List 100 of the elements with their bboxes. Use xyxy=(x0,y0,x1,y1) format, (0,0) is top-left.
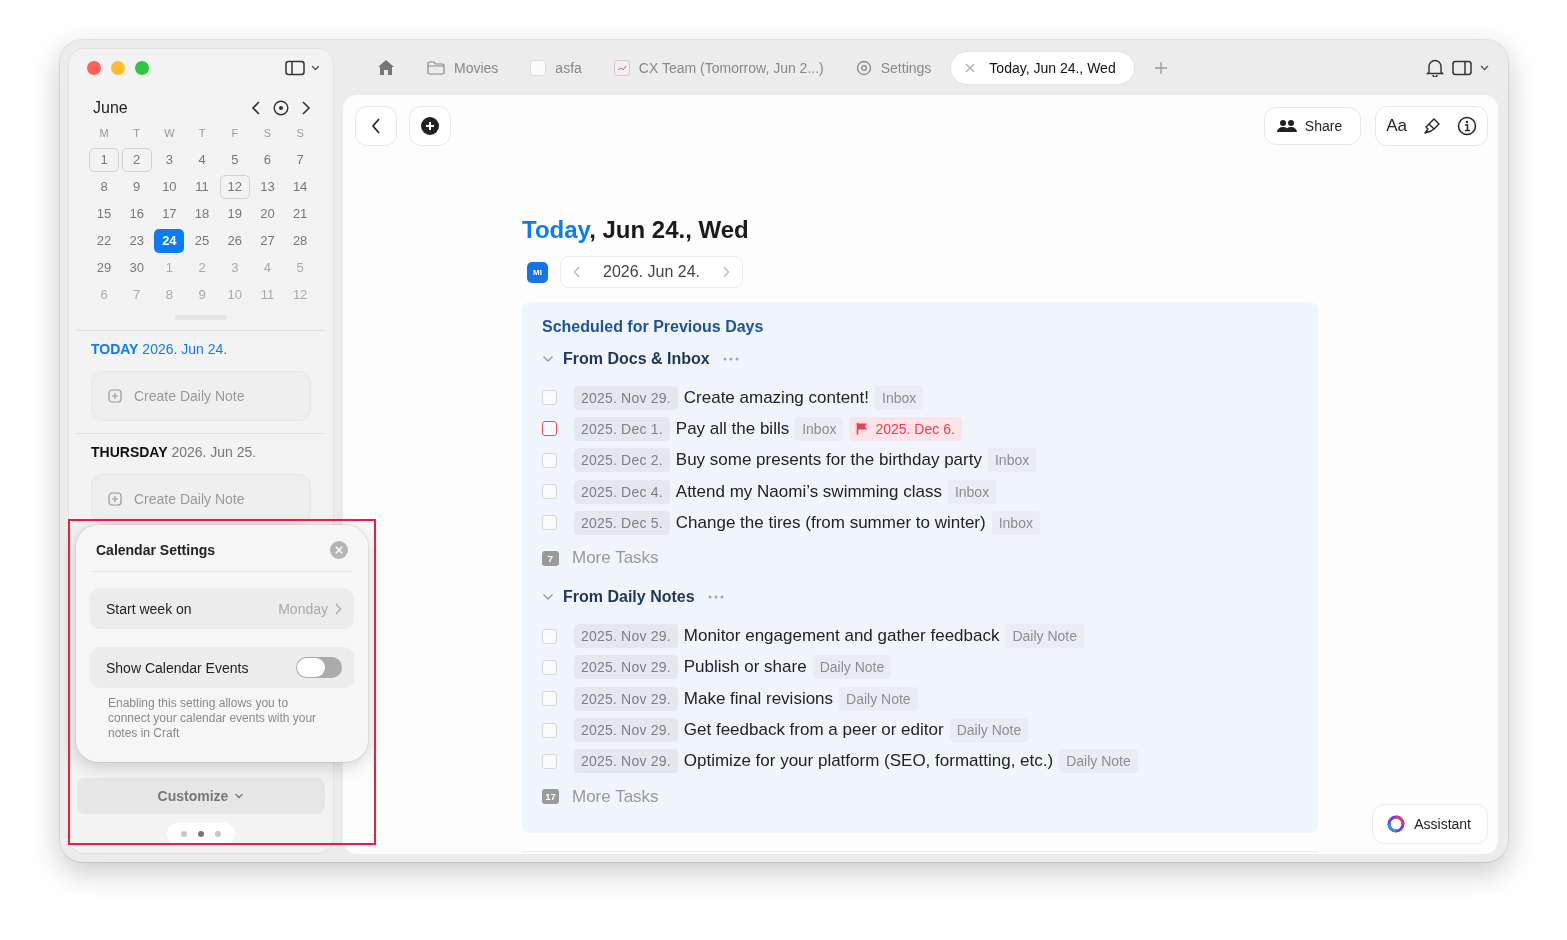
calendar-day[interactable]: 10 xyxy=(219,283,250,307)
calendar-day[interactable]: 5 xyxy=(219,148,250,172)
calendar-day[interactable]: 11 xyxy=(252,283,283,307)
calendar-day[interactable]: 19 xyxy=(219,202,250,226)
calendar-day[interactable]: 17 xyxy=(154,202,185,226)
assistant-button[interactable]: Assistant xyxy=(1372,804,1488,844)
calendar-day[interactable]: 9 xyxy=(121,175,152,199)
task-tag: Inbox xyxy=(795,416,844,441)
calendar-day[interactable]: 1 xyxy=(89,148,119,172)
more-tasks-link[interactable]: More Tasks xyxy=(572,786,659,807)
tab[interactable]: CX Team (Tomorrow, Jun 2...) xyxy=(601,51,836,84)
calendar-day[interactable]: 10 xyxy=(154,175,185,199)
calendar-day[interactable]: 6 xyxy=(89,283,119,307)
home-icon[interactable] xyxy=(377,59,395,76)
calendar-day[interactable]: 3 xyxy=(219,256,250,280)
close-icon[interactable] xyxy=(330,541,348,559)
page-indicator[interactable] xyxy=(167,823,235,845)
calendar-day[interactable]: 12 xyxy=(285,283,316,307)
page-dot[interactable] xyxy=(181,831,187,837)
calendar-day[interactable]: 28 xyxy=(285,229,316,253)
page-dot[interactable] xyxy=(215,831,221,837)
calendar-day[interactable]: 6 xyxy=(252,148,283,172)
calendar-day[interactable]: 25 xyxy=(187,229,218,253)
calendar-day[interactable]: 2 xyxy=(187,256,218,280)
calendar-day[interactable]: 8 xyxy=(89,175,119,199)
calendar-day[interactable]: 22 xyxy=(89,229,119,253)
calendar-day[interactable]: 18 xyxy=(187,202,218,226)
chevron-icon[interactable] xyxy=(542,593,554,602)
add-button[interactable] xyxy=(409,106,451,146)
task-tag: Daily Note xyxy=(949,718,1029,742)
more-tasks-link[interactable]: More Tasks xyxy=(572,548,659,569)
calendar-day[interactable]: 7 xyxy=(285,148,316,172)
calendar-day[interactable]: 30 xyxy=(121,256,152,280)
calendar-day[interactable]: 21 xyxy=(285,202,316,226)
calendar-day[interactable]: 9 xyxy=(187,283,218,307)
minimize-dot[interactable] xyxy=(111,61,125,75)
calendar-day[interactable]: 26 xyxy=(219,229,250,253)
calendar-day[interactable]: 27 xyxy=(252,229,283,253)
setting-label: Show Calendar Events xyxy=(106,659,250,676)
tab[interactable]: Today, Jun 24., Wed xyxy=(951,51,1134,84)
task-date: 2025. Dec 1. xyxy=(574,416,670,441)
close-dot[interactable] xyxy=(87,61,101,75)
calendar-day[interactable]: 4 xyxy=(252,256,283,280)
setting-label: Start week on xyxy=(106,600,193,617)
calendar-day[interactable]: 20 xyxy=(252,202,283,226)
task-tag: Daily Note xyxy=(812,655,892,680)
more-icon[interactable] xyxy=(707,595,724,600)
calendar-day[interactable]: 12 xyxy=(219,175,250,199)
page-dot[interactable] xyxy=(198,831,204,837)
more-icon[interactable] xyxy=(722,357,739,361)
customize-button[interactable]: Customize xyxy=(77,778,325,814)
chevron-icon[interactable] xyxy=(542,355,554,363)
close-icon[interactable] xyxy=(965,62,976,73)
calendar-day[interactable]: 4 xyxy=(187,148,218,172)
zoom-dot[interactable] xyxy=(135,61,149,75)
calendar-day[interactable]: 11 xyxy=(187,175,218,199)
plus-icon xyxy=(108,492,122,506)
tab[interactable]: Movies xyxy=(415,51,511,84)
sidebar-toggle-icon[interactable] xyxy=(285,60,319,76)
calendar-day[interactable]: 14 xyxy=(285,175,316,199)
info-icon[interactable] xyxy=(1457,116,1477,136)
chevron-icon xyxy=(234,792,245,800)
task-checkbox[interactable] xyxy=(542,421,557,437)
calendar-day[interactable]: 23 xyxy=(121,229,152,253)
tab[interactable]: Settings xyxy=(843,51,944,84)
back-button[interactable] xyxy=(355,106,397,146)
create-daily-note-button[interactable]: Create Daily Note xyxy=(91,474,311,524)
calendar-day[interactable]: 3 xyxy=(154,148,185,172)
share-button[interactable]: Share xyxy=(1263,107,1362,145)
calendar-day[interactable]: 8 xyxy=(154,283,185,307)
section-title: Scheduled for Previous Days xyxy=(542,318,765,336)
tab[interactable]: asfa xyxy=(518,51,594,84)
next-icon[interactable] xyxy=(301,101,311,115)
calendar-day[interactable]: 29 xyxy=(89,256,119,280)
group-title: From Docs & Inbox xyxy=(563,350,710,368)
create-daily-note-button[interactable]: Create Daily Note xyxy=(91,371,311,421)
calendar-day[interactable]: 15 xyxy=(89,202,119,226)
bell-icon[interactable] xyxy=(1426,58,1444,77)
calendar-day[interactable]: 24 xyxy=(154,229,185,253)
brush-icon[interactable] xyxy=(1423,117,1441,135)
calendar-day[interactable]: 5 xyxy=(285,256,316,280)
weekday-label: F xyxy=(230,127,240,141)
start-week-row[interactable]: Start week on Monday xyxy=(90,588,354,629)
day-heading: TODAY 2026. Jun 24. xyxy=(91,341,229,357)
today-icon[interactable] xyxy=(273,100,289,116)
previous-icon[interactable] xyxy=(251,101,261,115)
calendar-day[interactable]: 1 xyxy=(154,256,185,280)
toggle-switch[interactable] xyxy=(296,657,342,678)
font-button[interactable]: Aa xyxy=(1386,116,1407,136)
new-tab-icon[interactable] xyxy=(1153,60,1168,75)
panel-toggle-icon[interactable] xyxy=(1452,59,1490,76)
plus-icon xyxy=(108,389,122,403)
calendar-day[interactable]: 7 xyxy=(121,283,152,307)
chevron-icon xyxy=(334,602,342,615)
calendar-day[interactable]: 16 xyxy=(121,202,152,226)
calendar-day[interactable]: 13 xyxy=(252,175,283,199)
task-tag: Daily Note xyxy=(839,686,918,711)
calendar-day[interactable]: 2 xyxy=(121,148,152,172)
task-date: 2025. Nov 29. xyxy=(574,655,678,680)
task-text: Change the tires (from summer to winter) xyxy=(675,512,986,533)
